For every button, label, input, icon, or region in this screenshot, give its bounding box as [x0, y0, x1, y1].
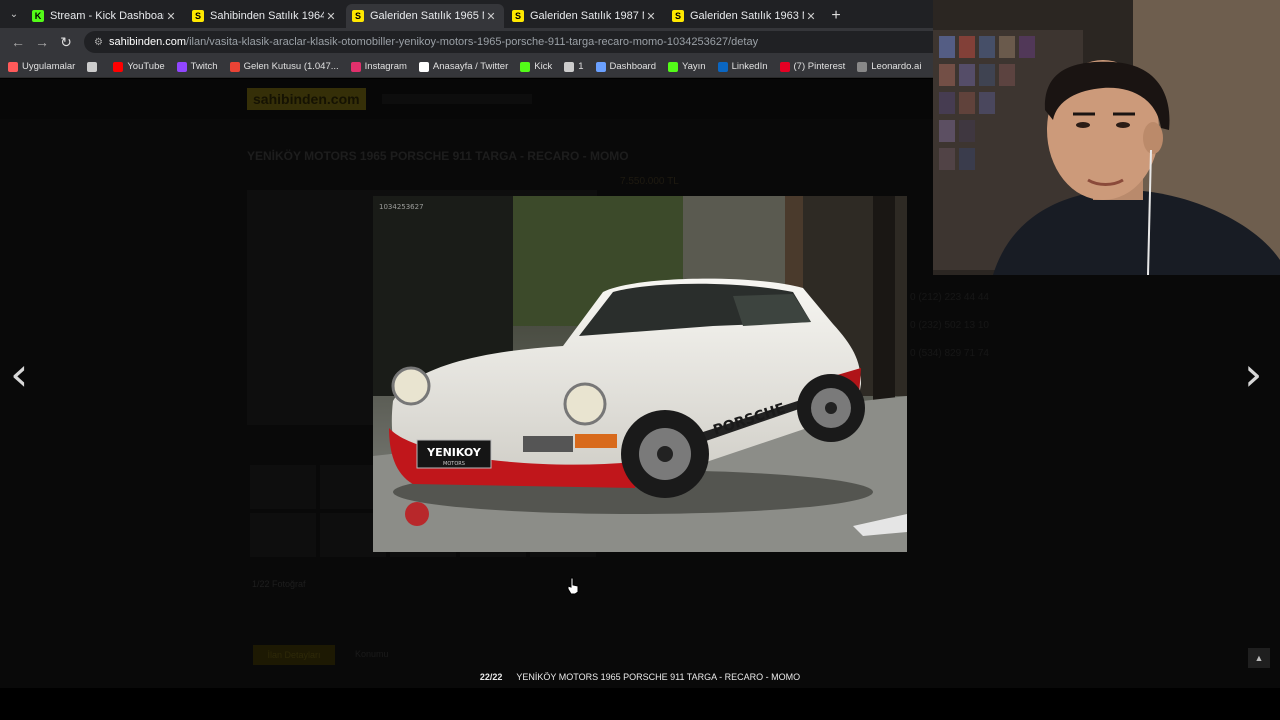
url-path: /ilan/vasita-klasik-araclar-klasik-otomo… — [186, 36, 759, 48]
site-info-icon[interactable]: ⚙ — [94, 37, 103, 48]
bookmark-label: Instagram — [364, 61, 407, 72]
sahibinden-favicon-icon: S — [192, 10, 204, 22]
bookmark-label: Gelen Kutusu (1.047... — [243, 61, 339, 72]
reload-icon[interactable]: ↻ — [54, 30, 78, 54]
bookmark-item[interactable]: Yayın — [668, 61, 706, 72]
close-tab-icon[interactable]: ✕ — [164, 10, 178, 23]
linkedin-icon — [717, 61, 728, 72]
browser-tab[interactable]: S Sahibinden Satılık 1964 Model✕ — [186, 4, 344, 28]
bookmark-item[interactable]: Leonardo.ai — [857, 61, 921, 72]
screen: ⌄ K Stream - Kick Dashboard ✕ S Sahibinden S… — [0, 0, 1280, 720]
forward-arrow-icon[interactable]: → — [30, 30, 54, 54]
plate-subtext: MOTORS — [443, 461, 465, 467]
photo-counter: 22/22 — [479, 672, 503, 682]
bookmark-label: (7) Pinterest — [793, 61, 846, 72]
streamer-webcam — [933, 0, 1280, 275]
tab-title: Galeriden Satılık 1963 Model K — [690, 10, 804, 22]
tab-title: Sahibinden Satılık 1964 Model — [210, 10, 324, 22]
browser-tab[interactable]: K Stream - Kick Dashboard ✕ — [26, 4, 184, 28]
browser-tab[interactable]: S Galeriden Satılık 1965 Model K✕ — [346, 4, 504, 28]
bookmark-item[interactable] — [87, 61, 101, 72]
bookmark-item[interactable]: Uygulamalar — [8, 61, 75, 72]
hand-cursor-icon — [567, 577, 579, 595]
pinterest-icon — [779, 61, 790, 72]
tab-list: K Stream - Kick Dashboard ✕ S Sahibinden Sat… — [24, 4, 824, 28]
scroll-to-top-button[interactable]: ▲ — [1248, 648, 1270, 668]
kick-favicon-icon: K — [32, 10, 44, 22]
bookmark-label: Uygulamalar — [22, 61, 76, 72]
apps-grid-icon — [8, 61, 18, 72]
lightbox-photo[interactable]: PORSCHE YENIKOY MOTORS 1034253627 — [373, 196, 907, 552]
bookmark-item[interactable]: Gelen Kutusu (1.047... — [229, 61, 339, 72]
dashboard-icon — [595, 61, 606, 72]
close-tab-icon[interactable]: ✕ — [644, 10, 658, 23]
instagram-icon — [350, 61, 361, 72]
gmail-icon — [229, 61, 240, 72]
bookmark-item[interactable]: Dashboard — [595, 61, 656, 72]
leonardo-icon — [857, 61, 868, 72]
bookmark-label: 1 — [578, 61, 584, 72]
back-arrow-icon[interactable]: ← — [6, 30, 30, 54]
kick-icon — [520, 61, 531, 72]
next-photo-chevron-icon[interactable]: › — [1244, 347, 1262, 401]
kick-icon — [668, 61, 678, 72]
plate-lettering: YENIKOY — [426, 446, 482, 459]
folder-icon — [564, 61, 575, 72]
browser-tab[interactable]: S Galeriden Satılık 1963 Model K✕ — [666, 4, 824, 28]
bookmark-label: Kick — [534, 61, 553, 72]
bookmark-item[interactable]: Twitch — [176, 61, 218, 72]
tab-grid-icon — [87, 61, 98, 72]
bookmark-item[interactable]: LinkedIn — [717, 61, 768, 72]
sahibinden-favicon-icon: S — [672, 10, 684, 22]
previous-photo-chevron-icon[interactable]: ‹ — [10, 347, 28, 401]
tab-title: Galeriden Satılık 1965 Model K — [370, 10, 484, 22]
sahibinden-favicon-icon: S — [352, 10, 364, 22]
bookmark-item[interactable]: 1 — [564, 61, 584, 72]
photo-code-watermark: 1034253627 — [379, 203, 424, 211]
bookmark-label: Anasayfa / Twitter — [432, 61, 509, 72]
close-tab-icon[interactable]: ✕ — [804, 10, 818, 23]
lightbox-caption-bar: 22/22 YENİKÖY MOTORS 1965 PORSCHE 911 TA… — [0, 666, 1280, 688]
bookmark-label: Dashboard — [609, 61, 656, 72]
tab-search-chevron-icon[interactable]: ⌄ — [4, 0, 24, 28]
bookmark-label: LinkedIn — [731, 61, 768, 72]
youtube-icon — [113, 61, 124, 72]
close-tab-icon[interactable]: ✕ — [324, 10, 338, 23]
bookmark-item[interactable]: Instagram — [350, 61, 407, 72]
bookmark-label: Yayın — [682, 61, 706, 72]
new-tab-button[interactable]: + — [824, 4, 848, 28]
tab-title: Stream - Kick Dashboard — [50, 10, 164, 22]
x-icon — [418, 61, 429, 72]
bookmark-label: Leonardo.ai — [871, 61, 922, 72]
bookmark-label: YouTube — [127, 61, 165, 72]
url-host: sahibinden.com — [108, 36, 187, 48]
tab-title: Galeriden Satılık 1987 Model K — [530, 10, 644, 22]
bookmark-label: Twitch — [190, 61, 218, 72]
porsche-911-targa-photo: PORSCHE YENIKOY MOTORS 1034253627 — [373, 196, 907, 552]
twitch-icon — [176, 61, 187, 72]
sahibinden-favicon-icon: S — [512, 10, 524, 22]
bookmark-item[interactable]: YouTube — [113, 61, 165, 72]
webcam-video-feed — [933, 0, 1280, 275]
bookmark-item[interactable]: Anasayfa / Twitter — [418, 61, 509, 72]
bookmark-item[interactable]: (7) Pinterest — [779, 61, 846, 72]
bookmark-item[interactable]: Kick — [520, 61, 552, 72]
photo-caption: YENİKÖY MOTORS 1965 PORSCHE 911 TARGA - … — [516, 672, 801, 682]
browser-tab[interactable]: S Galeriden Satılık 1987 Model K✕ — [506, 4, 664, 28]
close-tab-icon[interactable]: ✕ — [484, 10, 498, 23]
